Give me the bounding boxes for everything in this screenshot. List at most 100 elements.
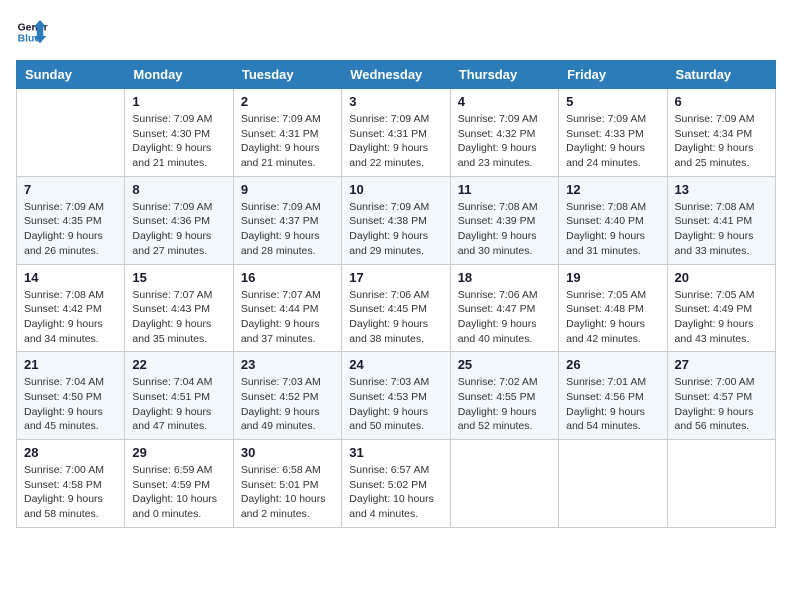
page-header: General Blue <box>16 16 776 48</box>
weekday-header-thursday: Thursday <box>450 61 558 89</box>
calendar-cell: 15Sunrise: 7:07 AM Sunset: 4:43 PM Dayli… <box>125 264 233 352</box>
day-number: 12 <box>566 182 659 197</box>
day-info: Sunrise: 7:01 AM Sunset: 4:56 PM Dayligh… <box>566 375 659 434</box>
day-info: Sunrise: 7:03 AM Sunset: 4:53 PM Dayligh… <box>349 375 442 434</box>
day-number: 14 <box>24 270 117 285</box>
day-number: 29 <box>132 445 225 460</box>
day-info: Sunrise: 7:08 AM Sunset: 4:41 PM Dayligh… <box>675 200 768 259</box>
day-number: 11 <box>458 182 551 197</box>
day-number: 4 <box>458 94 551 109</box>
calendar-week-row: 14 Sunrise: 7:08 AM Sunset: 4:42 PM Dayli… <box>17 264 776 352</box>
day-info: Sunrise: 7:00 AM Sunset: 4:58 PM Dayligh… <box>24 463 117 522</box>
calendar-cell: 2 Sunrise: 7:09 AM Sunset: 4:31 PM Daylig… <box>233 89 341 177</box>
calendar-cell: 28 Sunrise: 7:00 AM Sunset: 4:58 PM Dayli… <box>17 440 125 528</box>
day-info: Sunrise: 7:05 AM Sunset: 4:49 PM Dayligh… <box>675 288 768 347</box>
calendar-cell: 13 Sunrise: 7:08 AM Sunset: 4:41 PM Dayli… <box>667 176 775 264</box>
calendar-cell: 5 Sunrise: 7:09 AM Sunset: 4:33 PM Daylig… <box>559 89 667 177</box>
calendar-cell: 19 Sunrise: 7:05 AM Sunset: 4:48 PM Dayli… <box>559 264 667 352</box>
day-info: Sunrise: 7:09 AM Sunset: 4:36 PM Dayligh… <box>132 200 225 259</box>
calendar-cell: 8 Sunrise: 7:09 AM Sunset: 4:36 PM Daylig… <box>125 176 233 264</box>
day-number: 5 <box>566 94 659 109</box>
calendar-cell: 4 Sunrise: 7:09 AM Sunset: 4:32 PM Daylig… <box>450 89 558 177</box>
calendar-cell: 11 Sunrise: 7:08 AM Sunset: 4:39 PM Dayli… <box>450 176 558 264</box>
day-info: Sunrise: 7:07 AM Sunset: 4:43 PM Dayligh… <box>132 288 225 347</box>
calendar-week-row: 21Sunrise: 7:04 AM Sunset: 4:50 PM Dayli… <box>17 352 776 440</box>
calendar-cell: 30Sunrise: 6:58 AM Sunset: 5:01 PM Dayli… <box>233 440 341 528</box>
day-info: Sunrise: 7:09 AM Sunset: 4:37 PM Dayligh… <box>241 200 334 259</box>
calendar-cell: 21Sunrise: 7:04 AM Sunset: 4:50 PM Dayli… <box>17 352 125 440</box>
weekday-header-monday: Monday <box>125 61 233 89</box>
day-info: Sunrise: 7:09 AM Sunset: 4:35 PM Dayligh… <box>24 200 117 259</box>
day-number: 2 <box>241 94 334 109</box>
day-number: 10 <box>349 182 442 197</box>
calendar-cell <box>667 440 775 528</box>
weekday-header-sunday: Sunday <box>17 61 125 89</box>
day-number: 28 <box>24 445 117 460</box>
day-info: Sunrise: 7:09 AM Sunset: 4:31 PM Dayligh… <box>349 112 442 171</box>
day-info: Sunrise: 7:05 AM Sunset: 4:48 PM Dayligh… <box>566 288 659 347</box>
day-info: Sunrise: 7:03 AM Sunset: 4:52 PM Dayligh… <box>241 375 334 434</box>
calendar-cell: 6 Sunrise: 7:09 AM Sunset: 4:34 PM Daylig… <box>667 89 775 177</box>
calendar-cell: 29 Sunrise: 6:59 AM Sunset: 4:59 PM Dayli… <box>125 440 233 528</box>
day-number: 24 <box>349 357 442 372</box>
weekday-header-saturday: Saturday <box>667 61 775 89</box>
day-number: 13 <box>675 182 768 197</box>
day-number: 20 <box>675 270 768 285</box>
calendar-cell: 16Sunrise: 7:07 AM Sunset: 4:44 PM Dayli… <box>233 264 341 352</box>
calendar-cell: 27Sunrise: 7:00 AM Sunset: 4:57 PM Dayli… <box>667 352 775 440</box>
day-info: Sunrise: 7:09 AM Sunset: 4:32 PM Dayligh… <box>458 112 551 171</box>
day-info: Sunrise: 7:02 AM Sunset: 4:55 PM Dayligh… <box>458 375 551 434</box>
calendar-cell: 31Sunrise: 6:57 AM Sunset: 5:02 PM Dayli… <box>342 440 450 528</box>
day-info: Sunrise: 7:08 AM Sunset: 4:39 PM Dayligh… <box>458 200 551 259</box>
logo-icon: General Blue <box>16 16 48 48</box>
day-number: 23 <box>241 357 334 372</box>
day-number: 22 <box>132 357 225 372</box>
day-info: Sunrise: 7:09 AM Sunset: 4:34 PM Dayligh… <box>675 112 768 171</box>
day-number: 19 <box>566 270 659 285</box>
day-number: 27 <box>675 357 768 372</box>
day-number: 31 <box>349 445 442 460</box>
day-info: Sunrise: 7:06 AM Sunset: 4:47 PM Dayligh… <box>458 288 551 347</box>
day-info: Sunrise: 7:04 AM Sunset: 4:50 PM Dayligh… <box>24 375 117 434</box>
day-number: 17 <box>349 270 442 285</box>
day-info: Sunrise: 7:08 AM Sunset: 4:42 PM Dayligh… <box>24 288 117 347</box>
calendar-cell: 25 Sunrise: 7:02 AM Sunset: 4:55 PM Dayli… <box>450 352 558 440</box>
day-number: 26 <box>566 357 659 372</box>
day-info: Sunrise: 7:09 AM Sunset: 4:30 PM Dayligh… <box>132 112 225 171</box>
calendar-cell: 18 Sunrise: 7:06 AM Sunset: 4:47 PM Dayli… <box>450 264 558 352</box>
calendar-cell <box>559 440 667 528</box>
calendar-cell <box>450 440 558 528</box>
logo: General Blue <box>16 16 48 48</box>
weekday-header-wednesday: Wednesday <box>342 61 450 89</box>
day-info: Sunrise: 6:59 AM Sunset: 4:59 PM Dayligh… <box>132 463 225 522</box>
day-info: Sunrise: 7:09 AM Sunset: 4:31 PM Dayligh… <box>241 112 334 171</box>
day-number: 7 <box>24 182 117 197</box>
day-number: 25 <box>458 357 551 372</box>
calendar-cell: 12Sunrise: 7:08 AM Sunset: 4:40 PM Dayli… <box>559 176 667 264</box>
calendar-cell <box>17 89 125 177</box>
day-number: 18 <box>458 270 551 285</box>
day-info: Sunrise: 7:09 AM Sunset: 4:33 PM Dayligh… <box>566 112 659 171</box>
calendar-cell: 24 Sunrise: 7:03 AM Sunset: 4:53 PM Dayli… <box>342 352 450 440</box>
day-number: 6 <box>675 94 768 109</box>
weekday-header-tuesday: Tuesday <box>233 61 341 89</box>
calendar-cell: 7 Sunrise: 7:09 AM Sunset: 4:35 PM Daylig… <box>17 176 125 264</box>
day-info: Sunrise: 7:04 AM Sunset: 4:51 PM Dayligh… <box>132 375 225 434</box>
calendar-cell: 17Sunrise: 7:06 AM Sunset: 4:45 PM Dayli… <box>342 264 450 352</box>
day-number: 9 <box>241 182 334 197</box>
calendar-cell: 23 Sunrise: 7:03 AM Sunset: 4:52 PM Dayli… <box>233 352 341 440</box>
day-number: 8 <box>132 182 225 197</box>
weekday-header-row: SundayMondayTuesdayWednesdayThursdayFrid… <box>17 61 776 89</box>
calendar-week-row: 7 Sunrise: 7:09 AM Sunset: 4:35 PM Daylig… <box>17 176 776 264</box>
calendar-table: SundayMondayTuesdayWednesdayThursdayFrid… <box>16 60 776 528</box>
day-info: Sunrise: 6:58 AM Sunset: 5:01 PM Dayligh… <box>241 463 334 522</box>
calendar-week-row: 28 Sunrise: 7:00 AM Sunset: 4:58 PM Dayli… <box>17 440 776 528</box>
day-number: 1 <box>132 94 225 109</box>
weekday-header-friday: Friday <box>559 61 667 89</box>
day-info: Sunrise: 7:09 AM Sunset: 4:38 PM Dayligh… <box>349 200 442 259</box>
day-number: 3 <box>349 94 442 109</box>
calendar-cell: 26 Sunrise: 7:01 AM Sunset: 4:56 PM Dayli… <box>559 352 667 440</box>
calendar-week-row: 1 Sunrise: 7:09 AM Sunset: 4:30 PM Daylig… <box>17 89 776 177</box>
calendar-cell: 10 Sunrise: 7:09 AM Sunset: 4:38 PM Dayli… <box>342 176 450 264</box>
calendar-cell: 20 Sunrise: 7:05 AM Sunset: 4:49 PM Dayli… <box>667 264 775 352</box>
